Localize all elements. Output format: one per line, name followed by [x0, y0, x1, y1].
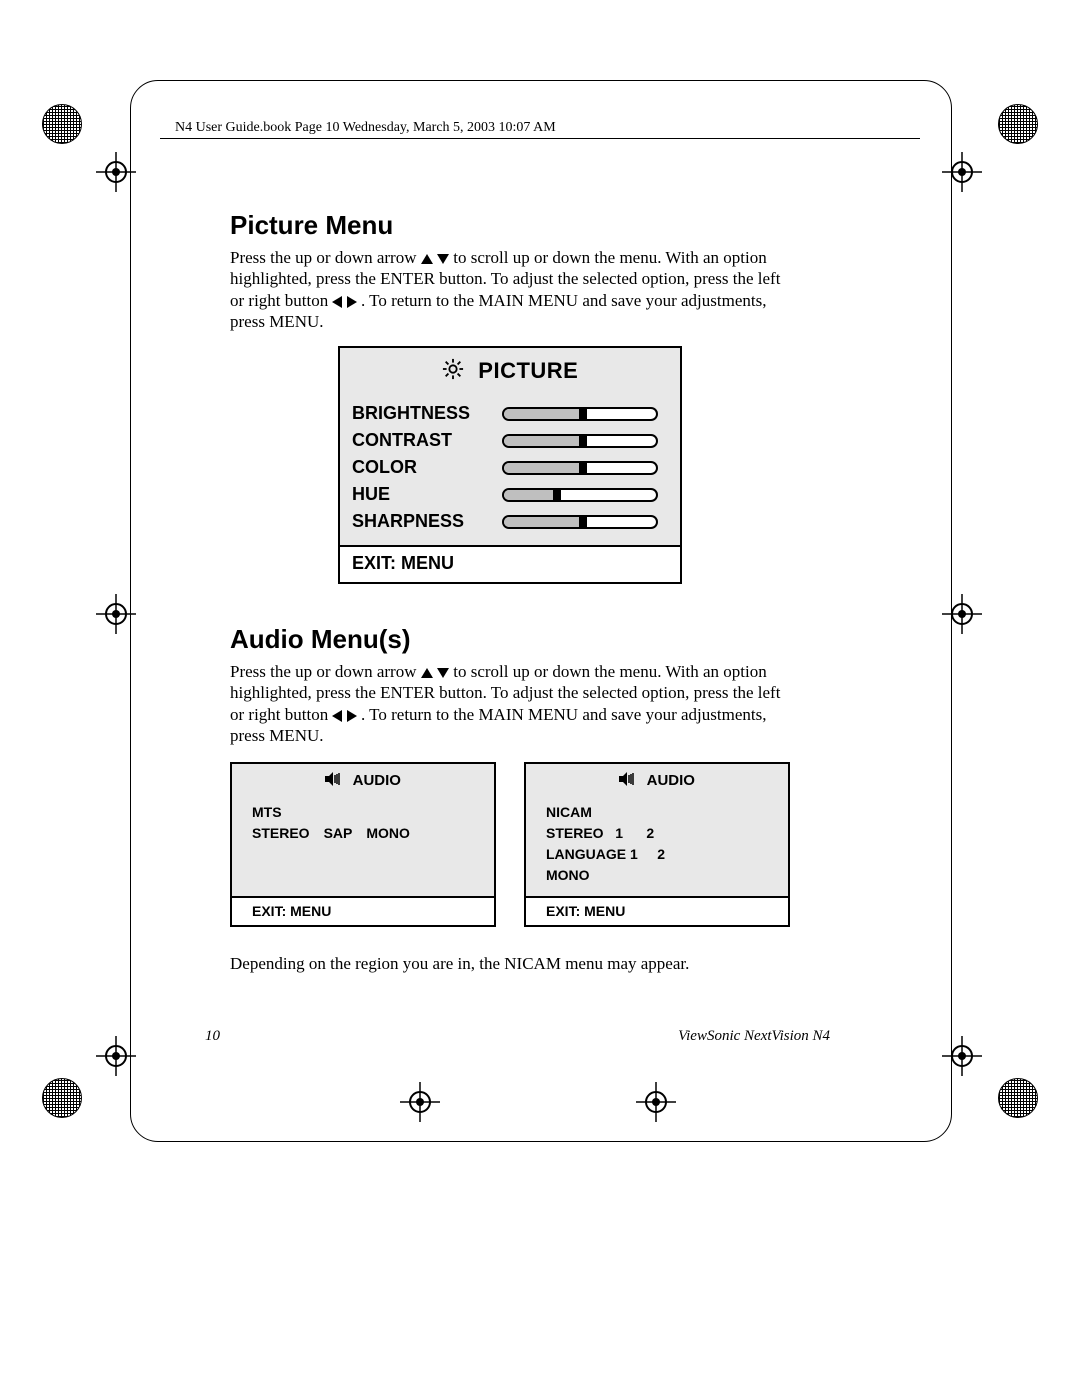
crop-circle: [998, 1078, 1038, 1118]
slider: [492, 486, 668, 504]
arrow-down-icon: [437, 668, 449, 678]
page-number: 10: [205, 1028, 220, 1045]
brightness-icon: [442, 358, 464, 386]
section-title-picture: Picture Menu: [230, 210, 790, 241]
slider: [492, 513, 668, 531]
audio-osd-mts: AUDIO MTS STEREOSAPMONO EXIT: MENU: [230, 762, 496, 927]
picture-osd-item: CONTRAST: [340, 427, 680, 454]
audio-osd-nicam: AUDIO NICAMSTEREO 1 2LANGUAGE 1 2MONO EX…: [524, 762, 790, 927]
section-title-audio: Audio Menu(s): [230, 624, 790, 655]
arrow-up-icon: [421, 254, 433, 264]
audio-mts-label: MTS: [252, 802, 474, 823]
arrow-left-icon: [332, 710, 342, 722]
audio-osd-title: AUDIO: [526, 764, 788, 796]
picture-instructions: Press the up or down arrow to scroll up …: [230, 247, 790, 332]
arrow-right-icon: [347, 296, 357, 308]
audio-mts-options: STEREOSAPMONO: [252, 823, 474, 844]
arrow-left-icon: [332, 296, 342, 308]
picture-osd-title: PICTURE: [340, 348, 680, 400]
speaker-icon: [325, 772, 343, 790]
slider: [492, 405, 668, 423]
speaker-icon: [619, 772, 637, 790]
crop-circle: [42, 1078, 82, 1118]
picture-osd-item: BRIGHTNESS: [340, 400, 680, 427]
crop-circle: [42, 104, 82, 144]
doc-header: N4 User Guide.book Page 10 Wednesday, Ma…: [175, 120, 556, 136]
audio-osd-title: AUDIO: [232, 764, 494, 796]
product-name: ViewSonic NextVision N4: [678, 1028, 830, 1045]
audio-osd-footer: EXIT: MENU: [526, 896, 788, 925]
picture-osd-footer: EXIT: MENU: [340, 545, 680, 582]
picture-item-label: CONTRAST: [352, 430, 492, 451]
arrow-right-icon: [347, 710, 357, 722]
nicam-note: Depending on the region you are in, the …: [230, 953, 790, 974]
slider: [492, 459, 668, 477]
arrow-down-icon: [437, 254, 449, 264]
page-footer: 10 ViewSonic NextVision N4: [205, 1028, 830, 1045]
page-content: Picture Menu Press the up or down arrow …: [230, 210, 790, 984]
picture-item-label: BRIGHTNESS: [352, 403, 492, 424]
slider: [492, 432, 668, 450]
arrow-up-icon: [421, 668, 433, 678]
audio-instructions: Press the up or down arrow to scroll up …: [230, 661, 790, 746]
audio-nicam-options: NICAMSTEREO 1 2LANGUAGE 1 2MONO: [526, 796, 788, 896]
picture-item-label: COLOR: [352, 457, 492, 478]
crop-circle: [998, 104, 1038, 144]
picture-osd: PICTURE BRIGHTNESS CONTRAST COLOR HUE SH…: [338, 346, 682, 584]
picture-item-label: SHARPNESS: [352, 511, 492, 532]
picture-osd-item: COLOR: [340, 454, 680, 481]
picture-osd-item: HUE: [340, 481, 680, 508]
audio-osd-footer: EXIT: MENU: [232, 896, 494, 925]
header-rule: [160, 138, 920, 139]
picture-item-label: HUE: [352, 484, 492, 505]
picture-osd-item: SHARPNESS: [340, 508, 680, 535]
